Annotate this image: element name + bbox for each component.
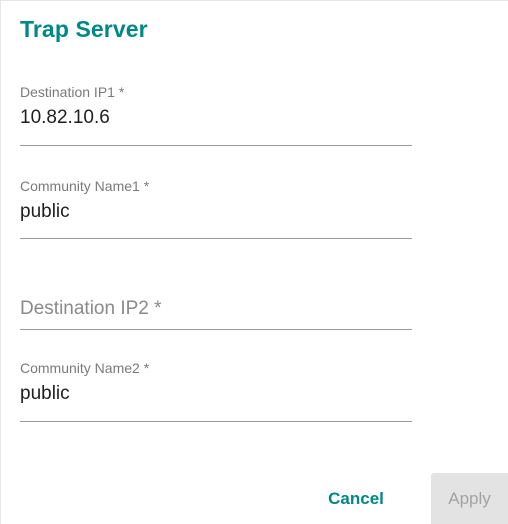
- dialog-title: Trap Server: [20, 16, 148, 42]
- community-name2-field[interactable]: Community Name2 * public: [20, 360, 412, 424]
- destination-ip1-field[interactable]: Destination IP1 * 10.82.10.6: [20, 84, 412, 148]
- destination-ip1-input[interactable]: 10.82.10.6: [20, 107, 110, 129]
- cancel-button[interactable]: Cancel: [318, 476, 394, 522]
- dialog-left-border: [0, 0, 1, 524]
- destination-ip1-underline: [20, 145, 412, 146]
- community-name1-input[interactable]: public: [20, 201, 70, 223]
- apply-button[interactable]: Apply: [431, 473, 508, 524]
- community-name1-label: Community Name1 *: [20, 178, 150, 194]
- community-name2-input[interactable]: public: [20, 383, 70, 405]
- community-name1-field[interactable]: Community Name1 * public: [20, 178, 412, 242]
- dialog-top-border: [0, 0, 508, 1]
- community-name1-underline: [20, 238, 412, 239]
- destination-ip1-label: Destination IP1 *: [20, 84, 125, 100]
- community-name2-underline: [20, 421, 412, 422]
- destination-ip2-label: Destination IP2 *: [20, 298, 162, 319]
- community-name2-label: Community Name2 *: [20, 360, 150, 376]
- destination-ip2-underline: [20, 329, 412, 330]
- destination-ip2-field[interactable]: Destination IP2 *: [20, 298, 412, 332]
